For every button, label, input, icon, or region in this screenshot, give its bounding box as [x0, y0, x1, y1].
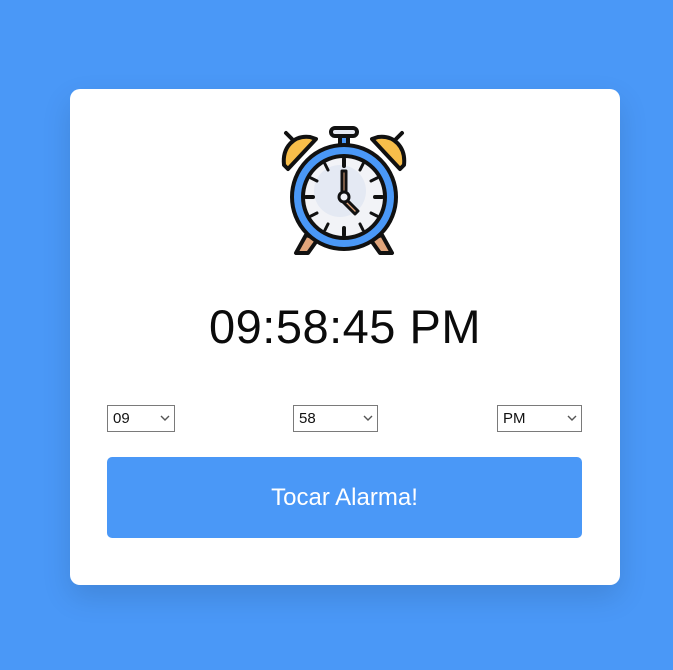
chevron-down-icon — [567, 415, 577, 421]
ampm-select[interactable]: PM — [497, 405, 582, 432]
current-time: 09:58:45 PM — [208, 300, 481, 353]
set-alarm-button[interactable]: Tocar Alarma! — [107, 457, 582, 538]
hour-select[interactable]: 09 — [107, 405, 175, 432]
alarm-clock-icon — [281, 126, 407, 255]
ampm-select-value: PM — [503, 410, 526, 427]
hour-select-value: 09 — [113, 410, 130, 427]
minute-select[interactable]: 58 — [293, 405, 378, 432]
chevron-down-icon — [160, 415, 170, 421]
minute-select-value: 58 — [299, 410, 316, 427]
alarm-card: 09:58:45 PM 09 58 PM Tocar Alarma! — [70, 89, 620, 585]
chevron-down-icon — [363, 415, 373, 421]
